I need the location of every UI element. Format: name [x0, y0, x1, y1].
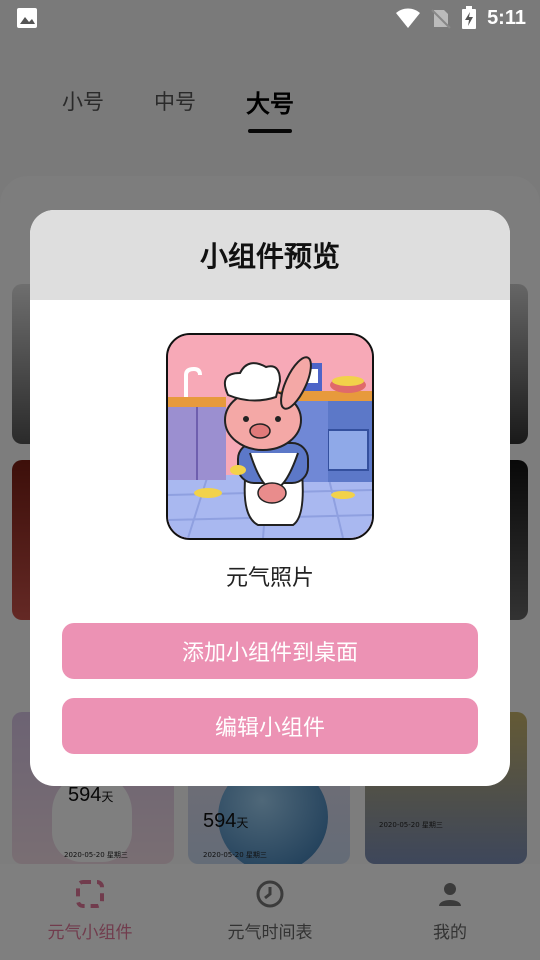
image-icon: [17, 8, 37, 28]
edit-widget-button[interactable]: 编辑小组件: [62, 698, 478, 754]
kitchen-bunny-illustration: [168, 335, 372, 538]
wifi-icon: [396, 8, 421, 28]
preview-caption: 元气照片: [225, 566, 314, 591]
status-bar: 5:11: [0, 0, 540, 36]
add-to-desktop-button[interactable]: 添加小组件到桌面: [62, 623, 478, 679]
dialog-header: 小组件预览: [30, 210, 510, 300]
widget-preview-image: [166, 333, 374, 540]
no-sim-icon: [431, 9, 451, 29]
battery-charging-icon: [462, 6, 477, 29]
widget-preview-dialog: 小组件预览 元气照片 添加小组件到桌面 编辑小组件: [30, 210, 510, 786]
dialog-title: 小组件预览: [199, 240, 340, 273]
clock-time: 5:11: [487, 6, 526, 29]
